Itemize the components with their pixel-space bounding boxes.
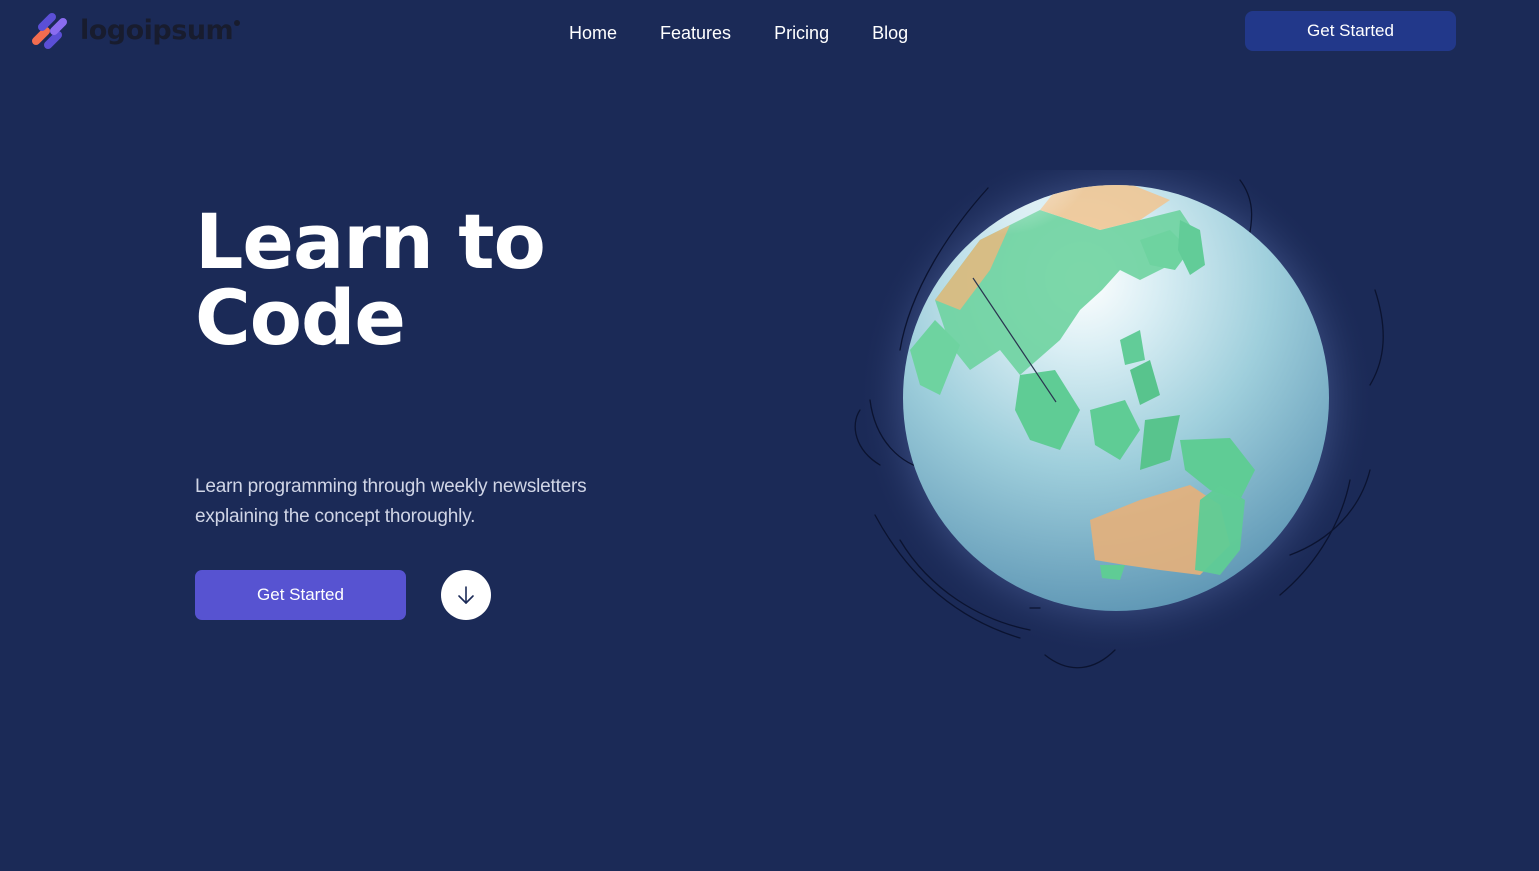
- nav-link-features[interactable]: Features: [651, 21, 740, 45]
- hero-title-line-1: Learn to: [195, 197, 546, 286]
- logo[interactable]: logoipsum: [28, 11, 241, 53]
- globe-illustration: [840, 170, 1400, 680]
- scroll-down-button[interactable]: [441, 570, 491, 620]
- arrow-down-icon: [458, 586, 474, 604]
- hero-title-line-2: Code: [195, 273, 406, 362]
- globe-icon: [854, 170, 1384, 669]
- header-get-started-button[interactable]: Get Started: [1245, 11, 1456, 51]
- logo-text: logoipsum: [80, 14, 241, 46]
- hero-get-started-button[interactable]: Get Started: [195, 570, 406, 620]
- nav-link-blog[interactable]: Blog: [863, 21, 917, 45]
- main-nav: Home Features Pricing Blog: [560, 21, 942, 45]
- nav-link-pricing[interactable]: Pricing: [765, 21, 838, 45]
- logo-trademark-dot: [234, 19, 241, 26]
- logo-wordmark: logoipsum: [80, 14, 234, 46]
- hero-title: Learn to Code: [195, 204, 715, 356]
- nav-link-home[interactable]: Home: [560, 21, 626, 45]
- logo-mark-icon: [32, 13, 67, 49]
- hero-subtitle: Learn programming through weekly newslet…: [195, 476, 587, 527]
